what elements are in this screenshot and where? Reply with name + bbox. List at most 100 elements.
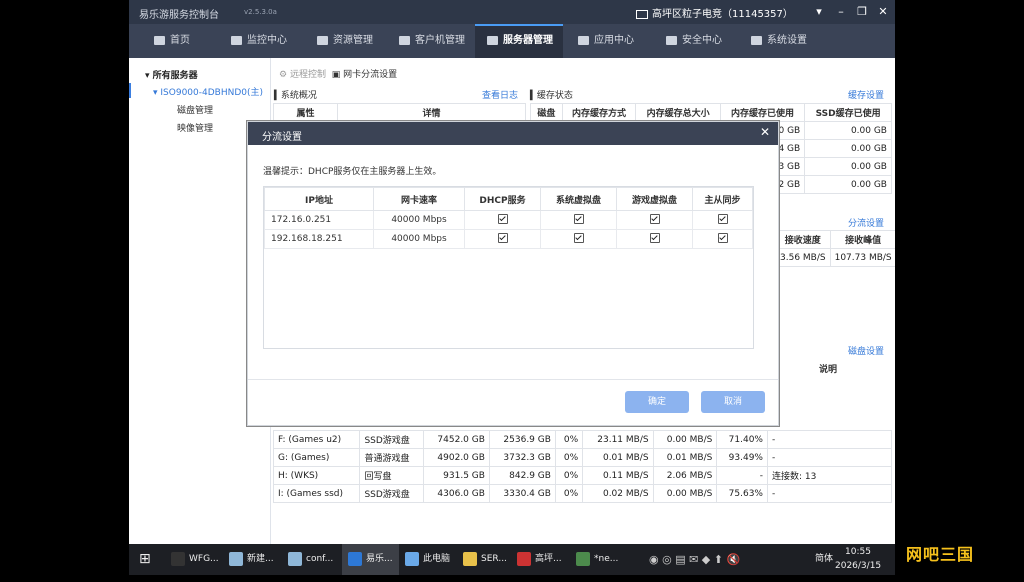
table-cell: 2.06 MB/S [652,466,718,485]
col-ip: IP地址 [264,187,374,211]
dialog-title: 分流设置 [262,132,302,143]
game-vdisk-checkbox[interactable] [649,213,660,224]
nav-home[interactable]: 首页 [154,24,190,58]
user-name: 高坪区粒子电竞（11145357） [652,9,793,20]
shield-icon [666,35,677,45]
taskbar-item[interactable]: *ne... [576,544,618,575]
taskbar-item[interactable]: SER... [463,544,507,575]
sync-checkbox[interactable] [717,213,728,224]
cancel-button[interactable]: 取消 [701,391,765,413]
sys-vdisk-checkbox[interactable] [573,213,584,224]
taskbar-label: conf... [306,554,334,564]
sidebar-item-image[interactable]: 映像管理 [177,121,213,134]
sidebar-item-disk[interactable]: 磁盘管理 [177,103,213,116]
table-cell: 0.00 GB [804,157,892,176]
top-nav: 首页 监控中心 资源管理 客户机管理 服务器管理 应用中心 安全中心 系统设置 [129,24,895,58]
nav-servers[interactable]: 服务器管理 [475,24,563,58]
table-cell: 连接数: 13 [767,466,892,485]
nav-label: 服务器管理 [503,35,553,46]
table-cell: 71.40% [716,430,768,449]
dialog-header: 分流设置 ✕ [248,122,778,145]
start-button[interactable]: ⊞ [139,544,151,575]
table-cell: 75.63% [716,484,768,503]
table-cell: 107.73 MB/S [829,248,895,267]
taskbar-item-active[interactable]: 易乐... [342,544,399,575]
home-icon [154,35,165,45]
nav-settings[interactable]: 系统设置 [751,24,807,58]
dropdown-icon[interactable]: ▾ [810,3,828,21]
breadcrumb-nic[interactable]: 网卡分流设置 [343,70,397,80]
nav-label: 应用中心 [594,35,634,46]
windows-icon: ⊞ [139,551,151,567]
table-cell: 23.11 MB/S [582,430,654,449]
disk-settings-link[interactable]: 磁盘设置 [848,344,884,357]
app-title: 易乐游服务控制台 [139,10,219,21]
split-settings-dialog: 分流设置 ✕ 温馨提示：DHCP服务仅在主服务器上生效。 IP地址 网卡速率 D… [247,121,779,426]
dialog-tip: 温馨提示：DHCP服务仅在主服务器上生效。 [263,167,442,177]
nav-clients[interactable]: 客户机管理 [399,24,465,58]
taskbar-item[interactable]: 此电脑 [405,544,450,575]
nav-security[interactable]: 安全中心 [666,24,722,58]
sidebar-root[interactable]: ▾ 所有服务器 [145,68,198,81]
game-cell [616,210,693,230]
document-icon [288,551,302,566]
table-cell: 0% [554,448,584,467]
clock-date[interactable]: 2026/3/15 [835,551,881,582]
ime-indicator[interactable]: 简体 [815,544,833,575]
game-cell [616,229,693,249]
col-mem-total: 内存缓存总大小 [635,103,721,122]
restore-icon[interactable]: ❐ [853,3,871,21]
tray-icons[interactable]: ◉ ◎ ▤ ✉ ◆ ⬆ 🔇 [649,544,740,575]
dhcp-checkbox[interactable] [497,213,508,224]
taskbar-item[interactable]: conf... [288,544,333,575]
taskbar-item[interactable]: 新建... [229,544,274,575]
cache-status-label: 缓存状态 [536,91,573,101]
col-mem-mode: 内存缓存方式 [561,103,637,122]
sys-cell [540,210,617,230]
taskbar-label: 此电脑 [423,554,451,564]
close-icon[interactable]: ✕ [760,125,770,139]
taskbar-label: SER... [481,554,507,564]
nav-apps[interactable]: 应用中心 [578,24,634,58]
remote-icon: ⚙ [279,70,288,80]
table-cell: 0.00 GB [804,139,892,158]
ip-cell: 192.168.18.251 [264,229,374,249]
nav-label: 客户机管理 [415,35,465,46]
table-row: G: (Games) 普通游戏盘 4902.0 GB 3732.3 GB 0% 0.01 … [272,448,892,467]
sys-vdisk-checkbox[interactable] [573,232,584,243]
network-table: 接收速度 接收峰值 3.56 MB/S 107.73 MB/S [775,230,895,267]
table-cell: 0.01 MB/S [582,448,654,467]
sys-cell [540,229,617,249]
sidebar-root-label: 所有服务器 [152,71,198,81]
gear-icon [751,35,762,45]
table-cell: 4306.0 GB [422,484,490,503]
table-cell: SSD游戏盘 [359,430,424,449]
disk-table: F: (Games u2) SSD游戏盘 7452.0 GB 2536.9 GB 0% 2… [272,430,892,503]
col-game-vdisk: 游戏虚拟盘 [616,187,693,211]
breadcrumb-remote[interactable]: 远程控制 [290,70,326,80]
sync-checkbox[interactable] [717,232,728,243]
dhcp-checkbox[interactable] [497,232,508,243]
taskbar-item[interactable]: WFG... [171,544,219,575]
selection-marker [129,83,131,98]
taskbar: ⊞ WFG... 新建... conf... 易乐... 此电脑 SER... … [129,544,895,575]
nic-icon: ▣ [331,70,341,80]
table-cell: 0.00 GB [804,121,892,140]
table-cell: 0.00 MB/S [652,484,718,503]
game-vdisk-checkbox[interactable] [649,232,660,243]
sidebar-server[interactable]: ▾ ISO9000-4DBHND0(主) [153,85,263,98]
system-overview-title: ▍系统概况 [274,91,317,101]
view-log-link[interactable]: 查看日志 [482,88,518,101]
taskbar-item[interactable]: 高坪... [517,544,562,575]
split-settings-link[interactable]: 分流设置 [848,216,884,229]
nav-resources[interactable]: 资源管理 [317,24,373,58]
col-nic-speed: 网卡速率 [373,187,465,211]
cache-settings-link[interactable]: 缓存设置 [848,88,884,101]
close-icon[interactable]: ✕ [874,3,892,21]
speed-cell: 40000 Mbps [373,210,465,230]
ip-cell: 172.16.0.251 [264,210,374,230]
table-cell: I: (Games ssd) [272,484,361,503]
nav-monitor[interactable]: 监控中心 [231,24,287,58]
minimize-icon[interactable]: – [832,3,850,21]
confirm-button[interactable]: 确定 [625,391,689,413]
